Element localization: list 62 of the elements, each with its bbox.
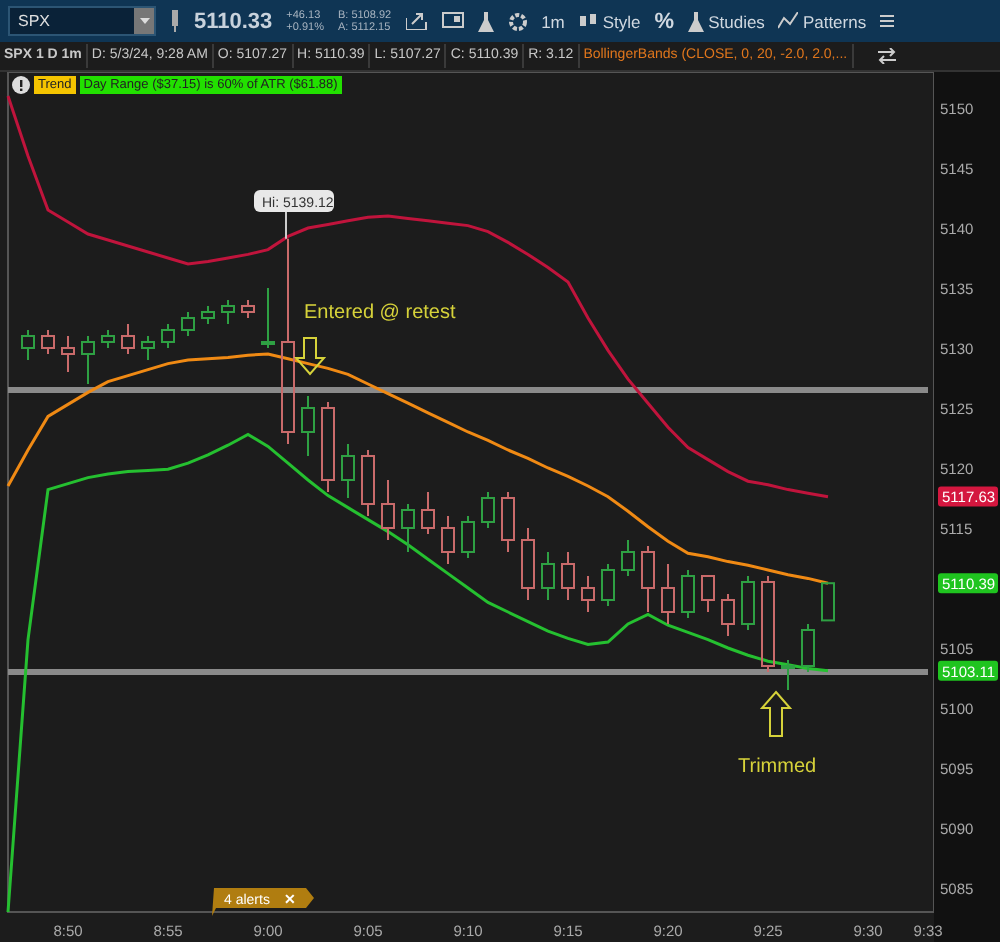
percent-button[interactable]: %: [654, 9, 675, 33]
caret-icon: [139, 18, 149, 24]
candle: [681, 569, 695, 619]
interval-button[interactable]: 1m: [541, 11, 565, 31]
down-arrow-icon: [293, 337, 327, 376]
candle: [701, 575, 715, 613]
share-icon[interactable]: [405, 12, 428, 30]
candle: [741, 575, 755, 631]
toolbar-button[interactable]: Style: [578, 11, 641, 31]
flask-icon[interactable]: [477, 11, 494, 31]
candle: [121, 323, 135, 355]
pattern-icon: [778, 12, 799, 30]
candle: [621, 539, 635, 577]
candle: [401, 503, 415, 553]
candle: [521, 527, 535, 601]
toolbar-button[interactable]: Studies: [688, 11, 765, 31]
candle: [421, 491, 435, 535]
candle: [41, 329, 55, 355]
candle: [101, 329, 115, 349]
candle: [501, 491, 515, 553]
candle: [381, 479, 395, 541]
candle: [481, 491, 495, 529]
candle: [561, 551, 575, 601]
up-arrow-icon: [759, 690, 793, 737]
annotation-text: Entered @ retest: [304, 302, 456, 324]
candle: [341, 443, 355, 499]
candle: [821, 582, 835, 622]
candle: [21, 329, 35, 361]
candle: [321, 401, 335, 493]
candle: [761, 575, 775, 673]
settings-icon[interactable]: [507, 11, 528, 31]
candle: [461, 515, 475, 559]
candle: [721, 593, 735, 637]
candle: [141, 335, 155, 361]
candle: [441, 515, 455, 565]
candle: [661, 563, 675, 625]
candles-icon: [578, 12, 599, 30]
candle: [261, 287, 275, 349]
candle: [161, 323, 175, 349]
candle: [301, 395, 315, 457]
candle: [801, 623, 815, 673]
candle: [81, 335, 95, 385]
candle: [361, 449, 375, 517]
candle: [241, 299, 255, 319]
monitor-icon[interactable]: [441, 12, 464, 30]
candle: [181, 311, 195, 337]
candle: [541, 551, 555, 601]
candle: [641, 545, 655, 613]
toolbar-button[interactable]: Patterns: [778, 11, 867, 31]
candle: [221, 299, 235, 325]
candle: [781, 659, 795, 691]
flask-icon: [688, 11, 705, 31]
candle: [581, 575, 595, 613]
candle: [601, 563, 615, 607]
candle: [201, 305, 215, 325]
pin-icon: [170, 10, 180, 32]
annotation-text: Trimmed: [738, 756, 817, 778]
swap-icon[interactable]: [877, 48, 896, 64]
candle: [61, 335, 75, 373]
menu-icon[interactable]: [880, 14, 895, 28]
symbol-field[interactable]: SPX: [8, 6, 156, 36]
last-price: 5110.33: [194, 9, 273, 33]
